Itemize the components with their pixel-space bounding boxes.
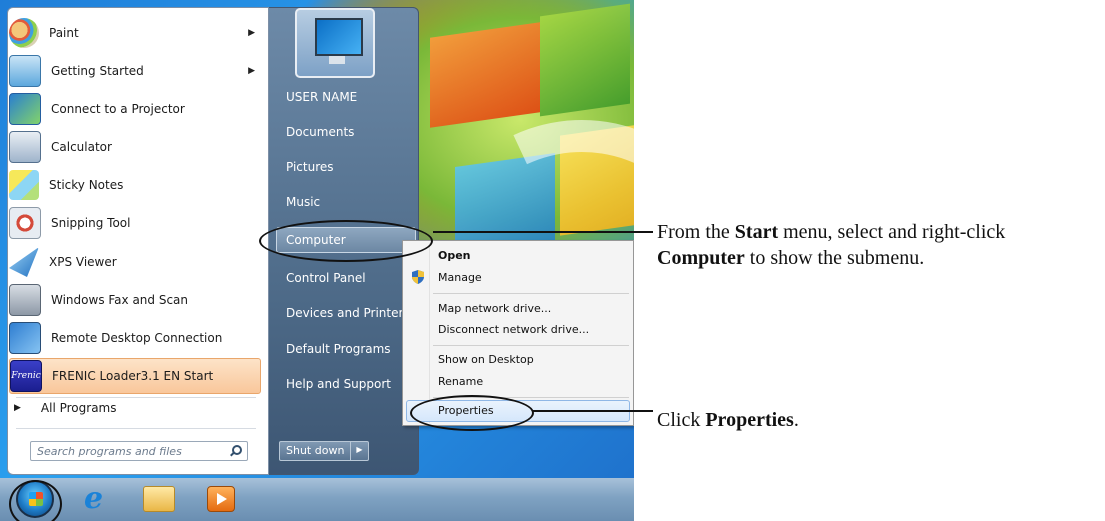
- callout-text: From the: [657, 221, 735, 243]
- program-item-snipping-tool[interactable]: Snipping Tool: [9, 205, 261, 241]
- internet-explorer-icon[interactable]: e: [84, 484, 114, 514]
- fax-scan-icon: [9, 284, 41, 316]
- callout-step-2: Click Properties.: [657, 407, 799, 433]
- sticky-notes-icon: [9, 170, 39, 200]
- program-item-frenic-loader[interactable]: Frenic FRENIC Loader3.1 EN Start: [9, 358, 261, 394]
- program-item-connect-projector[interactable]: Connect to a Projector: [9, 91, 261, 127]
- link-user-name[interactable]: USER NAME: [286, 90, 357, 104]
- program-label: XPS Viewer: [49, 255, 117, 269]
- callout-line-properties: [532, 410, 653, 412]
- link-pictures[interactable]: Pictures: [286, 160, 334, 174]
- annotation-ellipse-start-orb: [9, 480, 62, 521]
- search-input[interactable]: Search programs and files: [31, 445, 229, 458]
- menu-separator: [16, 397, 256, 398]
- frenic-loader-icon: Frenic: [10, 360, 42, 392]
- annotation-ellipse-computer: [259, 220, 433, 262]
- program-label: Windows Fax and Scan: [51, 293, 189, 307]
- menu-item-map-network-drive[interactable]: Map network drive...: [438, 302, 551, 315]
- program-item-getting-started[interactable]: Getting Started ▶: [9, 53, 261, 89]
- shutdown-group: Shut down ▶: [279, 441, 369, 461]
- program-label: Remote Desktop Connection: [51, 331, 223, 345]
- taskbar: e: [0, 478, 634, 521]
- menu-item-show-on-desktop[interactable]: Show on Desktop: [438, 353, 534, 366]
- program-label: Getting Started: [51, 64, 144, 78]
- program-label: FRENIC Loader3.1 EN Start: [52, 369, 214, 383]
- projector-icon: [9, 93, 41, 125]
- media-player-icon[interactable]: [207, 486, 235, 512]
- program-item-remote-desktop[interactable]: Remote Desktop Connection: [9, 320, 261, 356]
- wallpaper-red-pane: [430, 22, 540, 128]
- paint-icon: [9, 18, 39, 48]
- all-programs-button[interactable]: ▶ All Programs: [14, 401, 117, 415]
- file-explorer-icon[interactable]: [143, 486, 175, 512]
- menu-item-disconnect-network-drive[interactable]: Disconnect network drive...: [438, 323, 589, 336]
- calculator-icon: [9, 131, 41, 163]
- callout-line-computer: [433, 231, 653, 233]
- submenu-arrow-icon: ▶: [248, 28, 255, 38]
- remote-desktop-icon: [9, 322, 41, 354]
- snipping-tool-icon: [9, 207, 41, 239]
- computer-stand-icon: [329, 56, 345, 64]
- expand-arrow-icon: ▶: [14, 403, 21, 413]
- link-devices-printers[interactable]: Devices and Printers: [286, 306, 410, 320]
- callout-text: Click: [657, 409, 706, 431]
- program-label: Sticky Notes: [49, 178, 124, 192]
- callout-text: menu, select and right-click: [778, 221, 1006, 243]
- context-menu-gutter: [429, 243, 430, 423]
- program-item-fax-scan[interactable]: Windows Fax and Scan: [9, 282, 261, 318]
- program-item-calculator[interactable]: Calculator: [9, 129, 261, 165]
- program-label: Snipping Tool: [51, 216, 131, 230]
- screenshot-area: Paint ▶ Getting Started ▶ Connect to a P…: [0, 0, 634, 521]
- search-icon[interactable]: [229, 444, 243, 458]
- callout-bold-start: Start: [734, 221, 779, 243]
- link-help-support[interactable]: Help and Support: [286, 377, 391, 391]
- wallpaper-green-pane: [540, 3, 630, 117]
- search-box[interactable]: Search programs and files: [30, 441, 248, 461]
- menu-item-manage[interactable]: Manage: [438, 271, 482, 284]
- menu-item-open[interactable]: Open: [438, 249, 471, 262]
- menu-separator: [16, 428, 256, 429]
- link-control-panel[interactable]: Control Panel: [286, 271, 366, 285]
- all-programs-label: All Programs: [40, 401, 117, 415]
- menu-separator: [433, 345, 629, 346]
- submenu-arrow-icon: ▶: [248, 66, 255, 76]
- shutdown-button[interactable]: Shut down: [279, 441, 352, 461]
- menu-item-rename[interactable]: Rename: [438, 375, 483, 388]
- user-picture[interactable]: [295, 8, 375, 78]
- uac-shield-icon: [412, 270, 424, 284]
- program-label: Paint: [49, 26, 79, 40]
- callout-step-1: From the Start menu, select and right-cl…: [657, 219, 1102, 271]
- link-music[interactable]: Music: [286, 195, 320, 209]
- getting-started-icon: [9, 55, 41, 87]
- program-label: Calculator: [51, 140, 112, 154]
- shutdown-options-arrow-icon[interactable]: ▶: [351, 441, 369, 461]
- callout-bold-properties: Properties: [705, 409, 794, 431]
- callout-text: .: [793, 409, 799, 431]
- computer-screen-icon: [315, 18, 363, 56]
- menu-separator: [433, 293, 629, 294]
- callout-bold-computer: Computer: [657, 247, 745, 269]
- program-item-paint[interactable]: Paint ▶: [9, 15, 261, 51]
- link-documents[interactable]: Documents: [286, 125, 354, 139]
- callout-text: to show the submenu.: [744, 247, 925, 269]
- annotation-ellipse-properties: [410, 395, 534, 431]
- program-item-sticky-notes[interactable]: Sticky Notes: [9, 167, 261, 203]
- program-item-xps-viewer[interactable]: XPS Viewer: [9, 244, 261, 280]
- xps-viewer-icon: [9, 247, 39, 277]
- link-default-programs[interactable]: Default Programs: [286, 342, 391, 356]
- program-label: Connect to a Projector: [51, 102, 185, 116]
